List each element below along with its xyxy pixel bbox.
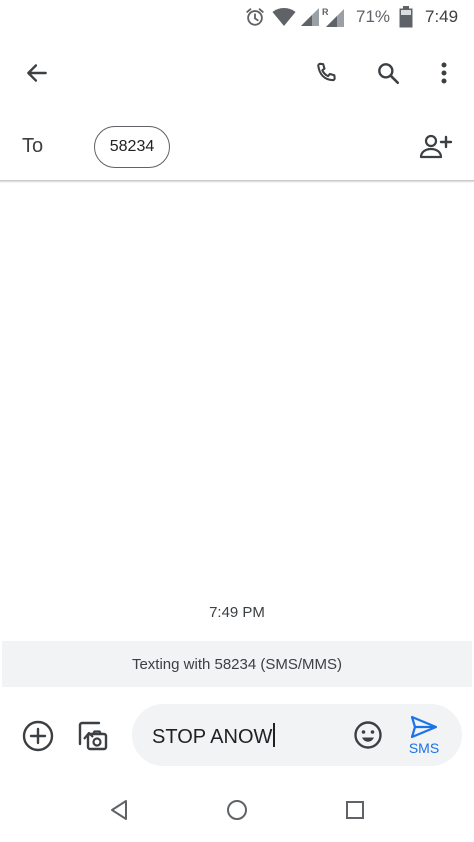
add-person-icon	[419, 133, 453, 161]
emoji-icon	[353, 720, 383, 750]
texting-info-banner: Texting with 58234 (SMS/MMS)	[2, 641, 472, 687]
clock-time: 7:49	[425, 7, 459, 26]
battery-icon	[399, 6, 413, 28]
message-list[interactable]	[0, 183, 474, 640]
system-nav-bar	[0, 786, 474, 842]
to-label: To	[22, 135, 44, 157]
wifi-icon	[272, 6, 296, 28]
add-recipient-button[interactable]	[414, 125, 458, 169]
gallery-camera-button[interactable]	[70, 714, 114, 758]
back-arrow-icon	[24, 60, 50, 86]
nav-back-button[interactable]	[97, 788, 141, 832]
alarm-icon	[244, 6, 266, 28]
compose-box[interactable]: STOP ANOW SMS	[132, 704, 462, 766]
back-button[interactable]	[15, 51, 59, 95]
add-circle-icon	[22, 720, 54, 752]
nav-home-button[interactable]	[215, 788, 259, 832]
battery-percent: 71%	[356, 7, 391, 26]
search-button[interactable]	[366, 51, 410, 95]
call-button[interactable]	[304, 51, 348, 95]
roaming-signal-icon: R	[322, 6, 346, 28]
more-vert-icon	[440, 61, 448, 85]
message-input-text: STOP ANOW	[152, 726, 273, 748]
emoji-button[interactable]	[346, 713, 390, 757]
app-bar	[0, 34, 474, 114]
signal-icon	[300, 6, 320, 28]
text-caret	[273, 723, 275, 747]
svg-text:R: R	[322, 7, 329, 17]
send-sms-button[interactable]: SMS	[400, 706, 448, 764]
compose-row: STOP ANOW SMS	[0, 700, 474, 776]
recipient-row: To 58234	[0, 114, 474, 180]
more-options-button[interactable]	[422, 51, 466, 95]
recipient-chip[interactable]: 58234	[94, 126, 170, 168]
nav-home-circle-icon	[226, 799, 248, 821]
nav-back-triangle-icon	[109, 799, 129, 821]
message-input[interactable]: STOP ANOW	[152, 723, 275, 749]
message-timestamp: 7:49 PM	[209, 604, 265, 621]
send-icon	[410, 715, 438, 739]
nav-recents-square-icon	[345, 800, 365, 820]
add-attachment-button[interactable]	[16, 714, 60, 758]
send-sms-label: SMS	[408, 739, 440, 756]
phone-icon	[313, 60, 339, 86]
nav-recents-button[interactable]	[333, 788, 377, 832]
gallery-camera-icon	[75, 719, 109, 753]
texting-info-text: Texting with 58234 (SMS/MMS)	[131, 655, 343, 673]
recipient-chip-label: 58234	[109, 138, 155, 155]
status-bar: R 71% 7:49	[0, 0, 474, 34]
search-icon	[375, 60, 401, 86]
